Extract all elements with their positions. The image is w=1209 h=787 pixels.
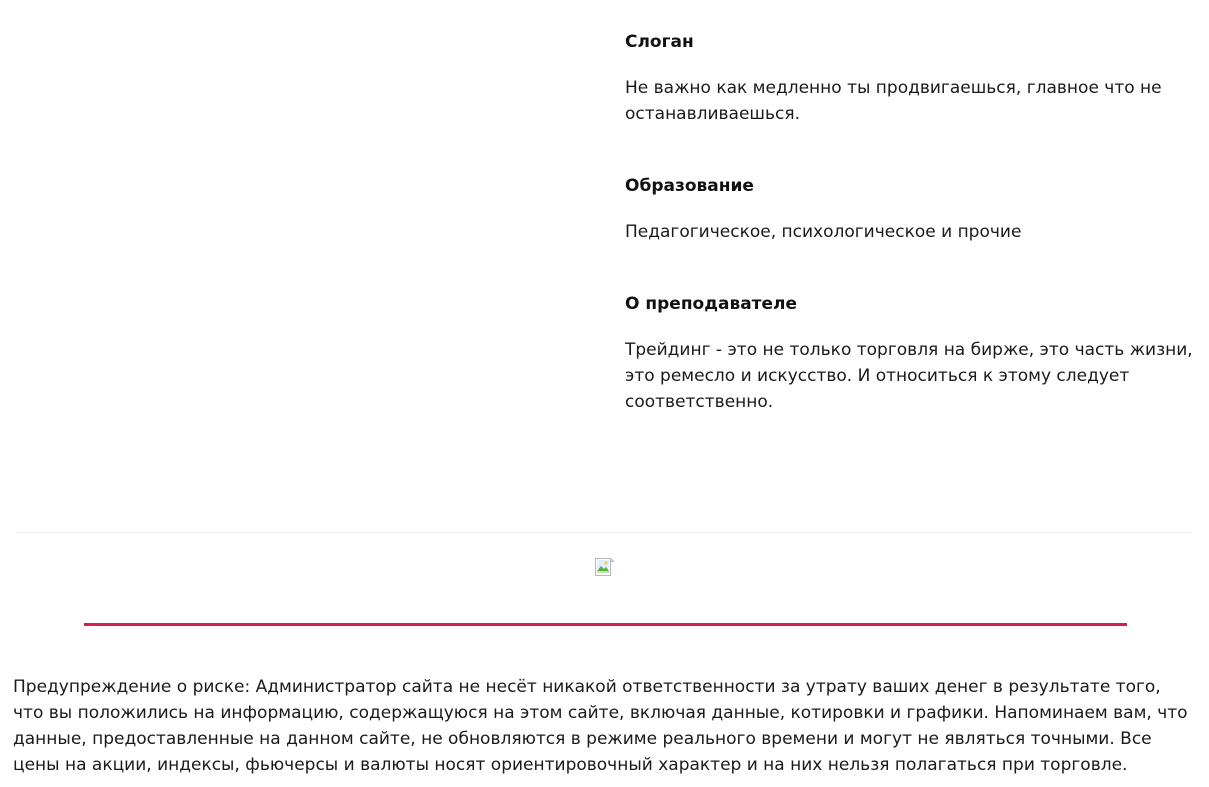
education-heading: Образование xyxy=(625,176,754,196)
broken-image-icon xyxy=(595,558,614,576)
slogan-heading: Слоган xyxy=(625,32,694,52)
section-divider xyxy=(17,532,1192,533)
accent-divider xyxy=(84,623,1127,626)
risk-warning-text: Предупреждение о риске: Администратор са… xyxy=(13,677,1188,775)
education-text: Педагогическое, психологическое и прочие xyxy=(625,222,1022,242)
about-teacher-heading: О преподавателе xyxy=(625,294,798,314)
about-teacher-text: Трейдинг - это не только торговля на бир… xyxy=(625,340,1193,412)
slogan-text: Не важно как медленно ты продвигаешься, … xyxy=(625,78,1162,124)
